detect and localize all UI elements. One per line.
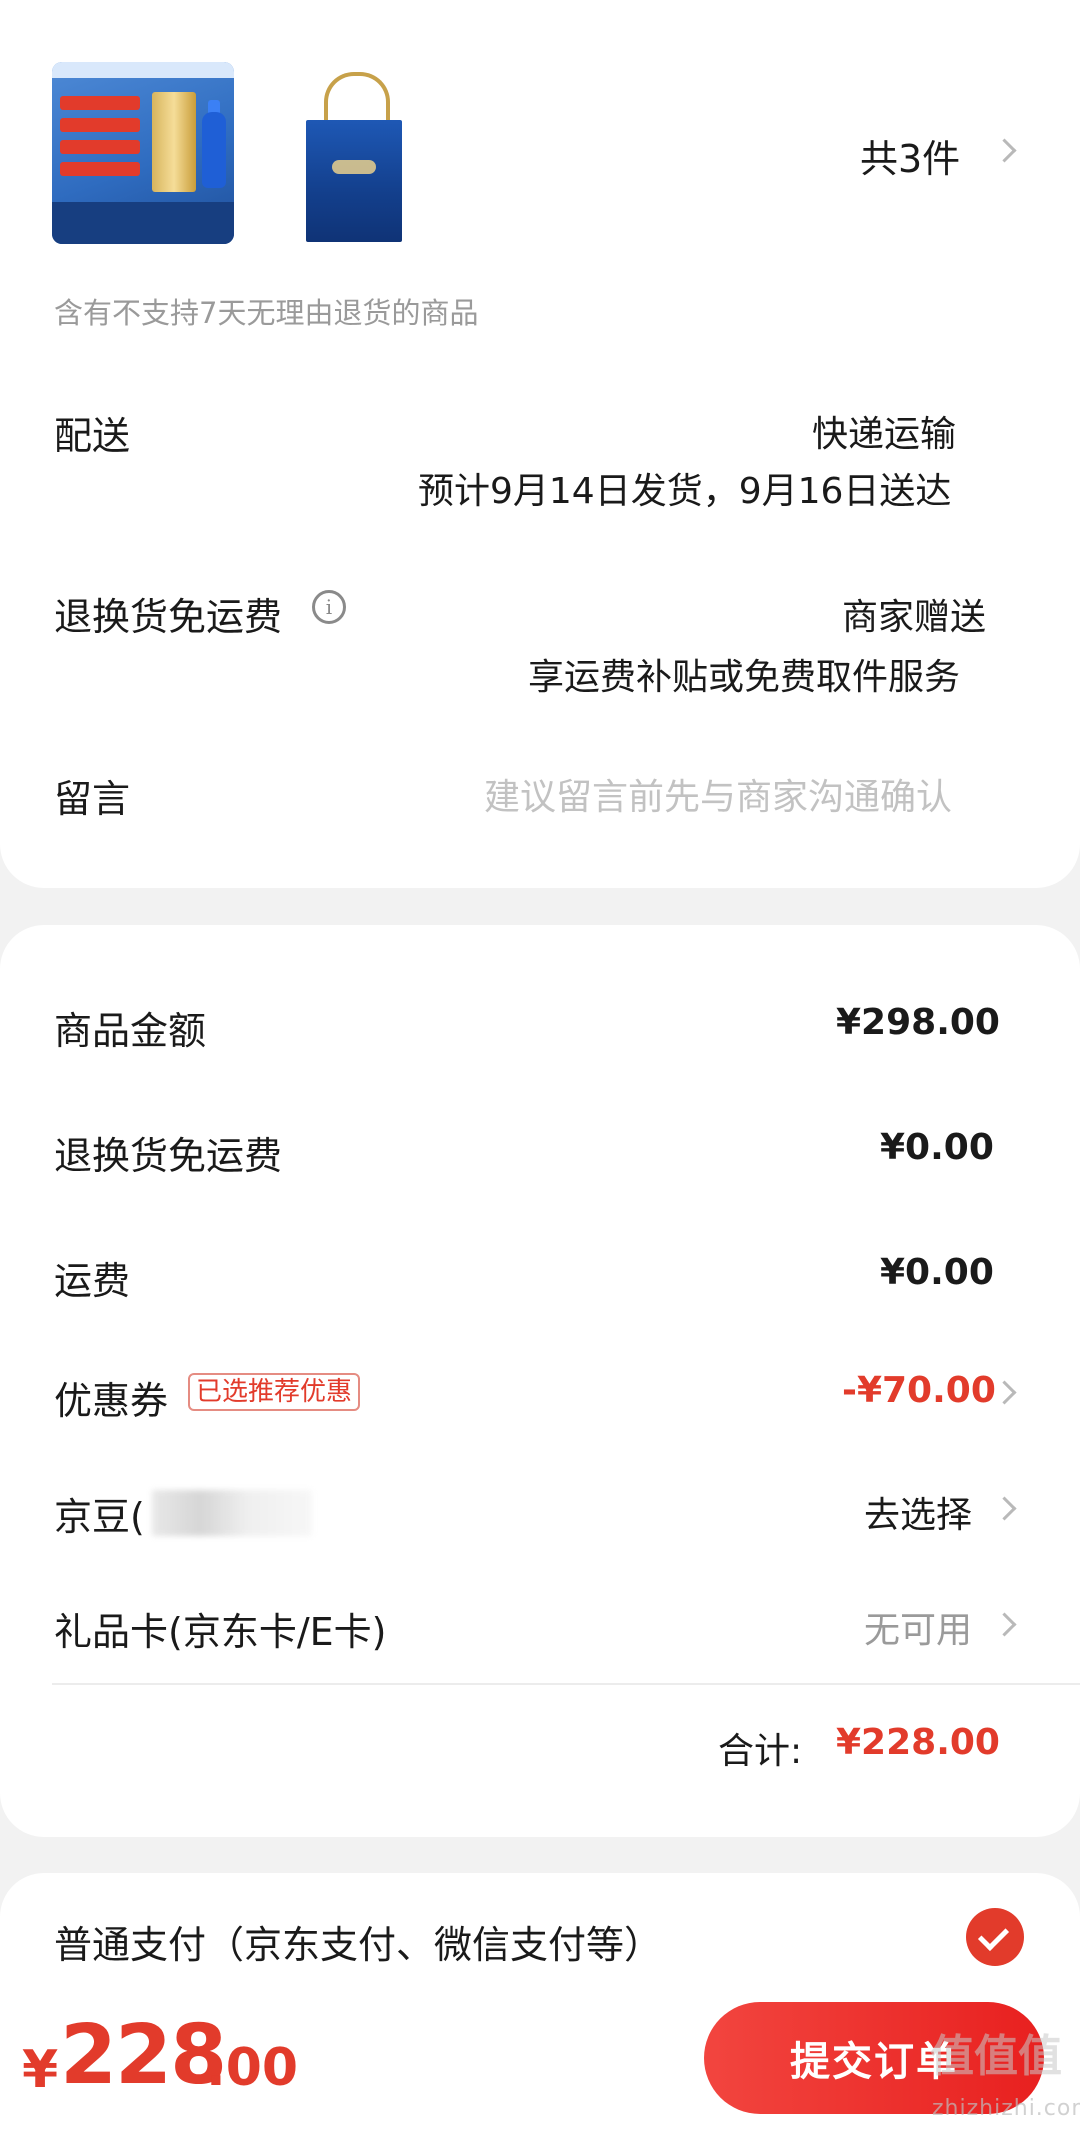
giftcard-value[interactable]: 无可用 xyxy=(864,1601,972,1653)
shipping-label: 运费 xyxy=(54,1259,131,1303)
product-thumbnail-liquor[interactable] xyxy=(52,62,234,244)
watermark: 值值值 xyxy=(930,2031,1062,2082)
shipping-value: ¥0.00 xyxy=(880,1252,994,1293)
total-price-currency: ¥ xyxy=(22,2040,59,2100)
checkmark-icon[interactable] xyxy=(966,1908,1024,1966)
total-price-decimal: .00 xyxy=(206,2038,299,2098)
divider xyxy=(52,1683,1080,1685)
message-input[interactable]: 建议留言前先与商家沟通确认 xyxy=(484,768,952,820)
jingdou-label: 京豆( xyxy=(54,1495,145,1539)
delivery-label: 配送 xyxy=(54,414,131,458)
product-thumbnail-gift-bag[interactable] xyxy=(300,62,408,244)
return-fee-value: ¥0.00 xyxy=(880,1127,994,1168)
message-label: 留言 xyxy=(54,777,131,821)
coupon-value[interactable]: -¥70.00 xyxy=(842,1370,996,1411)
goods-amount-value: ¥298.00 xyxy=(836,1002,1000,1043)
coupon-recommend-badge: 已选推荐优惠 xyxy=(188,1373,361,1411)
return-fee-label: 退换货免运费 xyxy=(54,1134,283,1178)
return-shipping-value: 商家赠送 xyxy=(842,597,987,638)
total-value: ¥228.00 xyxy=(836,1722,1000,1763)
total-label: 合计: xyxy=(718,1731,803,1772)
blurred-jingdou-balance xyxy=(152,1490,312,1536)
return-policy-notice: 含有不支持7天无理由退货的商品 xyxy=(54,296,479,330)
chevron-right-icon[interactable] xyxy=(992,138,1017,163)
return-shipping-label: 退换货免运费 xyxy=(54,595,283,639)
giftcard-label: 礼品卡(京东卡/E卡) xyxy=(54,1610,387,1654)
jingdou-select[interactable]: 去选择 xyxy=(864,1486,972,1538)
return-shipping-sub: 享运费补贴或免费取件服务 xyxy=(528,657,961,698)
info-icon[interactable]: i xyxy=(312,590,346,624)
watermark-url: zhizhizhi.com xyxy=(932,2096,1080,2121)
coupon-label: 优惠券 xyxy=(54,1379,169,1423)
order-info-card: 共3件 含有不支持7天无理由退货的商品 配送 快递运输 预计9月14日发货，9月… xyxy=(0,0,1080,888)
item-count[interactable]: 共3件 xyxy=(860,128,960,183)
total-price-integer: 228 xyxy=(60,2008,227,2103)
delivery-method[interactable]: 快递运输 xyxy=(812,405,956,457)
goods-amount-label: 商品金额 xyxy=(54,1009,207,1053)
payment-method-label[interactable]: 普通支付（京东支付、微信支付等） xyxy=(54,1914,662,1969)
delivery-estimate: 预计9月14日发货，9月16日送达 xyxy=(418,471,952,512)
